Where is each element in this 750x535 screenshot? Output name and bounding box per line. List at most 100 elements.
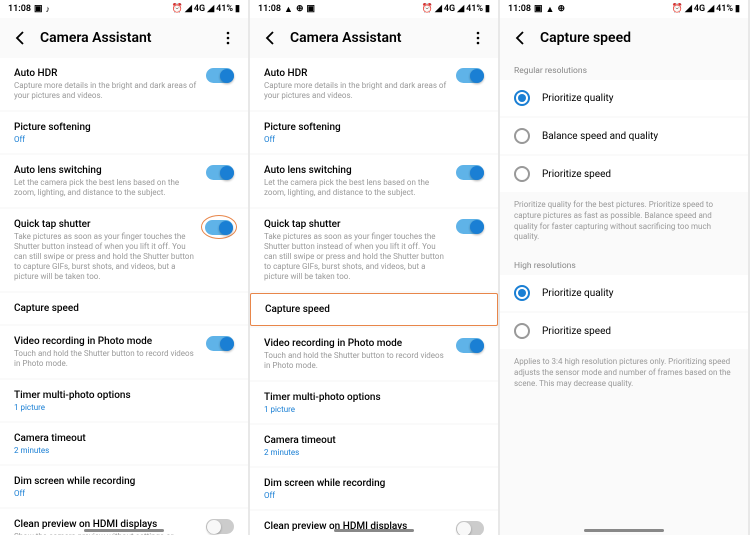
radio-hi-speed[interactable]: Prioritize speed	[500, 313, 748, 349]
row-desc: Take pictures as soon as your finger tou…	[14, 232, 196, 282]
row-picture-softening[interactable]: Picture softeningOff	[0, 112, 248, 153]
radio-label: Prioritize quality	[542, 288, 614, 299]
page-title: Capture speed	[540, 30, 631, 46]
notif-icon: ▲	[546, 4, 555, 15]
row-dim-screen[interactable]: Dim screen while recordingOff	[0, 466, 248, 507]
radio-hi-quality[interactable]: Prioritize quality	[500, 275, 748, 311]
notif-icon: ♪	[46, 4, 51, 15]
signal-icon: ◢	[457, 4, 464, 14]
row-value: Off	[264, 135, 484, 144]
row-value: 1 picture	[14, 403, 234, 412]
toggle-clean-preview[interactable]	[206, 519, 234, 534]
row-picture-softening[interactable]: Picture softeningOff	[250, 112, 498, 153]
radio-balance[interactable]: Balance speed and quality	[500, 118, 748, 154]
signal-icon: ◢	[707, 4, 714, 14]
battery-label: 41%	[466, 4, 483, 14]
battery-icon: ▮	[235, 4, 240, 14]
row-value: 2 minutes	[264, 448, 484, 457]
notif-icon: ⊕	[557, 4, 565, 14]
alarm-icon: ⏰	[672, 4, 683, 14]
screen-camera-assistant-2: 11:08▲⊕▣ ⏰◢4G◢41%▮ Camera Assistant Auto…	[250, 0, 498, 535]
row-video-photo[interactable]: Video recording in Photo modeTouch and h…	[250, 328, 498, 380]
row-value: Off	[14, 135, 234, 144]
battery-label: 41%	[716, 4, 733, 14]
row-capture-speed[interactable]: Capture speed	[250, 293, 498, 326]
row-desc: Capture more details in the bright and d…	[14, 81, 198, 101]
row-dim-screen[interactable]: Dim screen while recordingOff	[250, 468, 498, 509]
row-quick-tap[interactable]: Quick tap shutterTake pictures as soon a…	[0, 209, 248, 291]
back-button[interactable]	[12, 30, 28, 46]
row-title: Quick tap shutter	[264, 218, 448, 231]
toggle-auto-lens[interactable]	[206, 165, 234, 180]
battery-icon: ▮	[485, 4, 490, 14]
row-title: Auto lens switching	[14, 164, 198, 177]
highlight-marker	[201, 215, 237, 239]
row-auto-hdr[interactable]: Auto HDRCapture more details in the brig…	[0, 58, 248, 110]
clock: 11:08	[258, 4, 281, 14]
toggle-auto-hdr[interactable]	[456, 68, 484, 83]
home-indicator[interactable]	[584, 529, 664, 532]
row-value: Off	[264, 491, 484, 500]
radio-icon	[514, 128, 530, 144]
row-title: Capture speed	[14, 302, 234, 315]
row-title: Timer multi-photo options	[264, 391, 484, 404]
battery-icon: ▮	[735, 4, 740, 14]
row-title: Camera timeout	[264, 434, 484, 447]
row-timer-multi[interactable]: Timer multi-photo options1 picture	[0, 380, 248, 421]
status-bar: 11:08▣♪ ⏰◢4G◢41%▮	[0, 0, 248, 18]
row-title: Quick tap shutter	[14, 218, 196, 231]
radio-label: Prioritize quality	[542, 93, 614, 104]
more-button[interactable]	[220, 30, 236, 46]
section-regular: Regular resolutions	[500, 58, 748, 80]
row-auto-hdr[interactable]: Auto HDRCapture more details in the brig…	[250, 58, 498, 110]
row-title: Video recording in Photo mode	[14, 335, 198, 348]
back-button[interactable]	[262, 30, 278, 46]
settings-list[interactable]: Auto HDRCapture more details in the brig…	[0, 58, 248, 535]
row-value: 2 minutes	[14, 446, 234, 455]
clock: 11:08	[8, 4, 31, 14]
alarm-icon: ⏰	[422, 4, 433, 14]
row-quick-tap[interactable]: Quick tap shutterTake pictures as soon a…	[250, 209, 498, 291]
row-camera-timeout[interactable]: Camera timeout2 minutes	[250, 425, 498, 466]
page-title: Camera Assistant	[290, 30, 402, 46]
net-label: 4G	[694, 4, 705, 14]
notif-icon: ▣	[534, 4, 543, 14]
toggle-auto-hdr[interactable]	[206, 68, 234, 83]
home-indicator[interactable]	[334, 529, 414, 532]
net-label: 4G	[444, 4, 455, 14]
signal-icon: ◢	[435, 4, 442, 14]
radio-icon	[514, 166, 530, 182]
row-timer-multi[interactable]: Timer multi-photo options1 picture	[250, 382, 498, 423]
settings-list[interactable]: Auto HDRCapture more details in the brig…	[250, 58, 498, 535]
radio-icon	[514, 285, 530, 301]
toggle-video-photo[interactable]	[456, 338, 484, 353]
toggle-video-photo[interactable]	[206, 336, 234, 351]
options-list[interactable]: Regular resolutions Prioritize quality B…	[500, 58, 748, 535]
row-desc: Touch and hold the Shutter button to rec…	[14, 349, 198, 369]
row-value: 1 picture	[264, 405, 484, 414]
toggle-auto-lens[interactable]	[456, 165, 484, 180]
info-regular: Prioritize quality for the best pictures…	[500, 194, 748, 253]
toggle-clean-preview[interactable]	[456, 521, 484, 535]
row-capture-speed[interactable]: Capture speed	[0, 293, 248, 324]
row-desc: Let the camera pick the best lens based …	[14, 178, 198, 198]
app-header: Capture speed	[500, 18, 748, 58]
row-camera-timeout[interactable]: Camera timeout2 minutes	[0, 423, 248, 464]
screen-capture-speed: 11:08▣▲⊕ ⏰◢4G◢41%▮ Capture speed Regular…	[500, 0, 748, 535]
signal-icon: ◢	[185, 4, 192, 14]
row-auto-lens[interactable]: Auto lens switchingLet the camera pick t…	[250, 155, 498, 207]
row-video-photo[interactable]: Video recording in Photo modeTouch and h…	[0, 326, 248, 378]
radio-icon	[514, 323, 530, 339]
radio-prioritize-quality[interactable]: Prioritize quality	[500, 80, 748, 116]
radio-label: Prioritize speed	[542, 326, 611, 337]
toggle-quick-tap[interactable]	[205, 220, 233, 235]
row-title: Auto HDR	[264, 67, 448, 80]
row-auto-lens[interactable]: Auto lens switchingLet the camera pick t…	[0, 155, 248, 207]
more-button[interactable]	[470, 30, 486, 46]
back-button[interactable]	[512, 30, 528, 46]
toggle-quick-tap[interactable]	[456, 219, 484, 234]
radio-prioritize-speed[interactable]: Prioritize speed	[500, 156, 748, 192]
signal-icon: ◢	[685, 4, 692, 14]
app-header: Camera Assistant	[250, 18, 498, 58]
home-indicator[interactable]	[84, 529, 164, 532]
